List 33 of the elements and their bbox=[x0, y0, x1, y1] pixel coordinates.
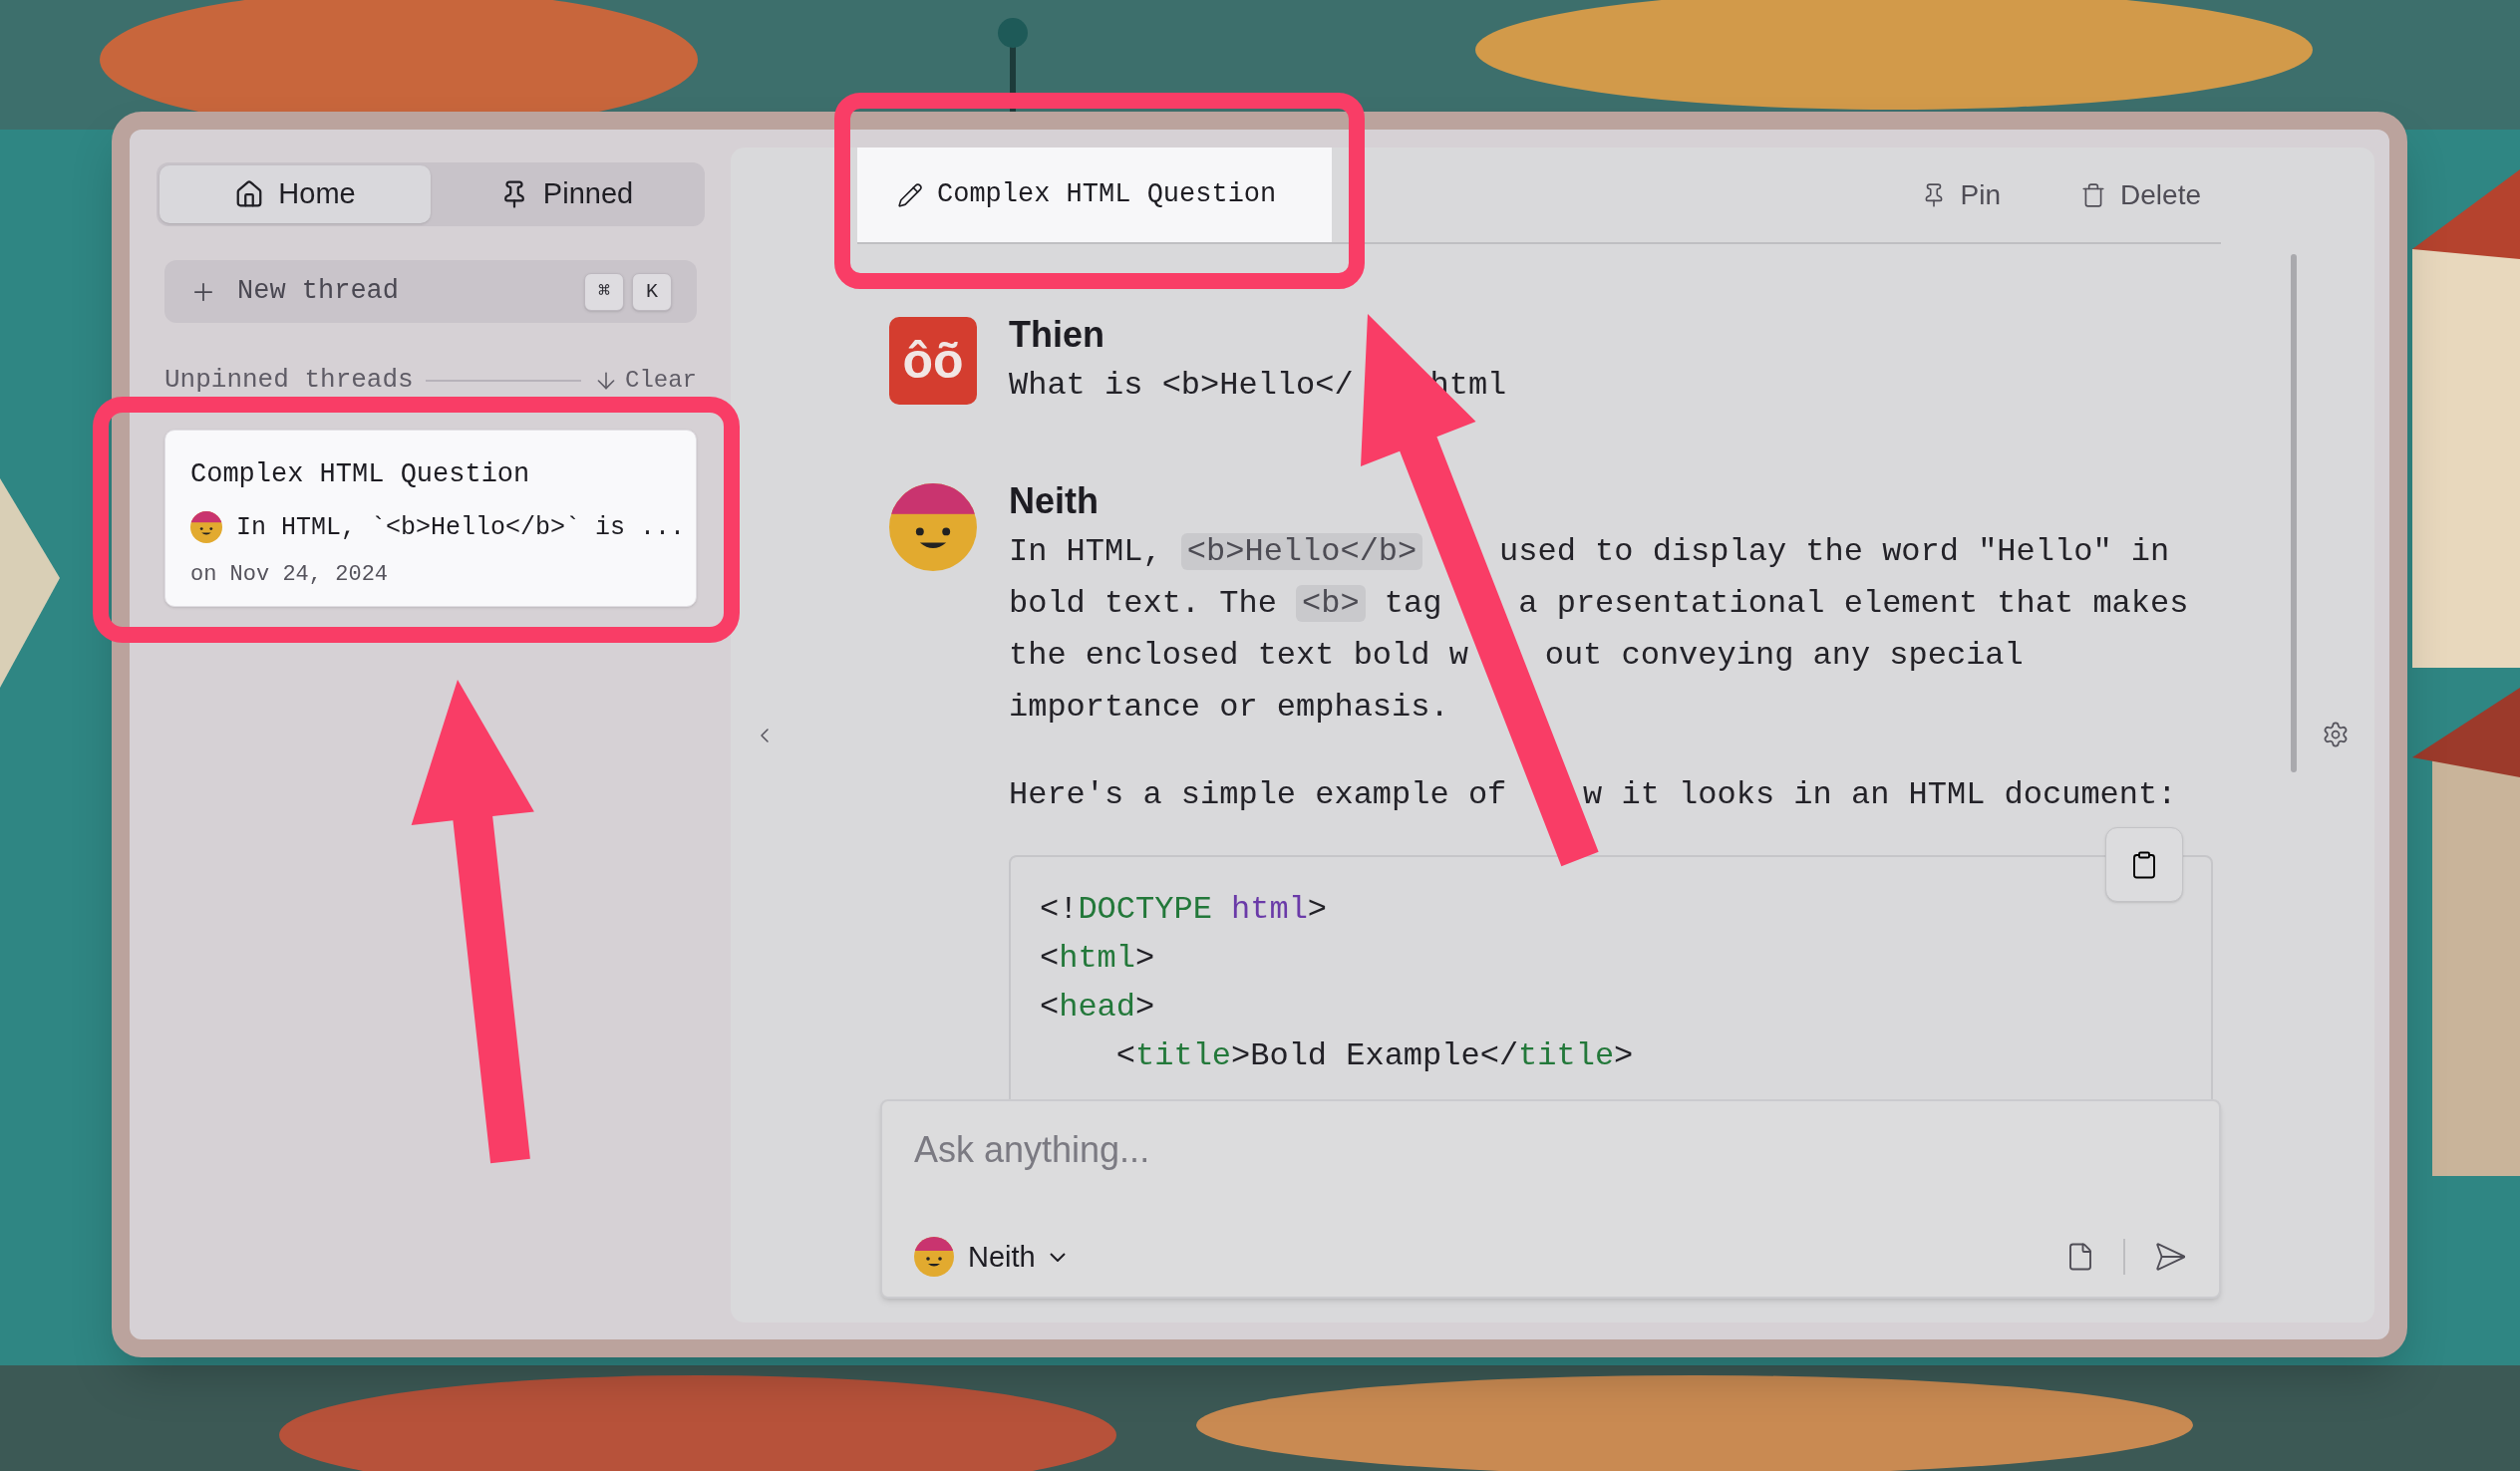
trash-icon bbox=[2080, 181, 2107, 208]
code-line: <head> bbox=[1040, 988, 1156, 1028]
copy-button[interactable] bbox=[2105, 827, 2183, 902]
code-line: <html> bbox=[1040, 939, 1156, 979]
code-line: <title>Bold Example</title> bbox=[1114, 1036, 1635, 1076]
avatar-icon bbox=[914, 1237, 954, 1278]
header-action[interactable]: Delete bbox=[2080, 173, 2201, 216]
shortcut-key: K bbox=[632, 272, 672, 311]
chevron-down-icon bbox=[1049, 1252, 1066, 1262]
author-name: Thien bbox=[1009, 313, 1105, 357]
author-name: Neith bbox=[1009, 479, 1100, 523]
code-line: <!DOCTYPE html> bbox=[1040, 890, 1329, 930]
clear-button[interactable]: Clear bbox=[593, 362, 697, 399]
sidebar-tab[interactable]: Pinned bbox=[431, 165, 702, 223]
sidebar-tab[interactable]: Home bbox=[159, 165, 431, 223]
message-text: Here's a simple example of w it looks in an HTML document: bbox=[1009, 775, 2178, 815]
shortcut-key: ⌘ bbox=[584, 272, 624, 311]
thread-date: on Nov 24, 2024 bbox=[190, 561, 390, 589]
scrollbar-thumb[interactable] bbox=[2291, 254, 2297, 772]
header-action[interactable]: Pin bbox=[1920, 173, 2002, 216]
avatar: ôõ bbox=[889, 317, 977, 405]
thread-card[interactable]: Complex HTML Question In HTML, `<b>Hello</b>` is ... on Nov 24, 2024 bbox=[164, 430, 697, 607]
thread-title-field[interactable]: Complex HTML Question bbox=[857, 147, 1333, 242]
message-text: In HTML, <b>Hello</b> used to display the word "Hello" in bold text. The <b> tag a presentational element that makes the enclosed text bold w out conveying any special importance or emphasis. bbox=[1009, 532, 2190, 728]
thread-preview: In HTML, `<b>Hello</b>` is ... bbox=[236, 511, 686, 544]
new-thread-button[interactable]: New thread ⌘ K bbox=[164, 260, 697, 323]
message-field[interactable]: Ask anything... Neith bbox=[880, 1099, 2221, 1299]
avatar-icon bbox=[190, 511, 222, 544]
pencil-icon bbox=[897, 181, 923, 208]
assistant-selector[interactable]: Neith bbox=[914, 1235, 1066, 1279]
section-heading: Unpinned threads bbox=[164, 364, 414, 397]
thread-title: Complex HTML Question bbox=[190, 458, 531, 491]
settings-icon[interactable] bbox=[2322, 721, 2350, 748]
